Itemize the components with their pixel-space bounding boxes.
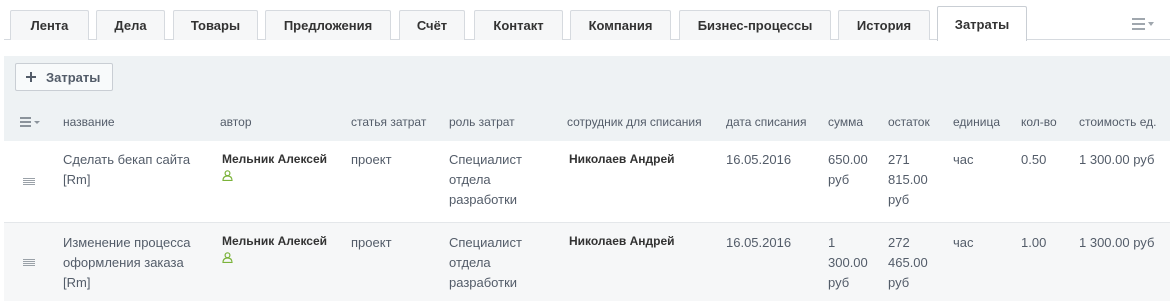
menu-icon[interactable] <box>1132 15 1154 33</box>
row-author[interactable]: Мельник Алексей <box>222 151 327 181</box>
row-unit: час <box>953 235 974 250</box>
row-amount: 650.00 руб <box>828 152 868 187</box>
row-expense-item: проект <box>351 152 392 167</box>
row-unit: час <box>953 152 974 167</box>
user-icon <box>222 252 233 263</box>
row-name[interactable]: Сделать бекап сайта [Rm] <box>63 150 190 190</box>
column-header-date[interactable]: дата списания <box>726 115 806 129</box>
table-row[interactable]: Сделать бекап сайта [Rm] Мельник Алексей… <box>4 141 1170 222</box>
row-date: 16.05.2016 <box>726 152 792 167</box>
author-name[interactable]: Мельник Алексей <box>222 233 327 250</box>
table-row[interactable]: Изменение процесса оформления заказа [Rm… <box>4 222 1170 301</box>
user-icon <box>222 170 233 181</box>
tab-company[interactable]: Компания <box>570 10 671 40</box>
row-unit-cost: 1 300.00 руб <box>1079 152 1155 167</box>
row-amount: 1 300.00 руб <box>828 235 868 290</box>
drag-handle-icon[interactable] <box>23 178 35 186</box>
author-name[interactable]: Мельник Алексей <box>222 151 327 168</box>
column-header-unit[interactable]: единица <box>953 115 1000 129</box>
settings-menu-icon[interactable] <box>20 117 40 127</box>
row-employee[interactable]: Николаев Андрей <box>569 151 675 168</box>
column-header-name[interactable]: название <box>63 115 115 129</box>
row-name[interactable]: Изменение процесса оформления заказа [Rm… <box>63 233 190 293</box>
row-date: 16.05.2016 <box>726 235 792 250</box>
tab-invoice[interactable]: Счёт <box>399 10 465 40</box>
column-header-amount[interactable]: сумма <box>828 115 863 129</box>
column-header-author[interactable]: автор <box>220 115 252 129</box>
column-header-unit-cost[interactable]: стоимость ед. <box>1079 115 1157 129</box>
row-employee[interactable]: Николаев Андрей <box>569 233 675 250</box>
tab-quotes[interactable]: Предложения <box>265 10 391 40</box>
row-unit-cost: 1 300.00 руб <box>1079 235 1155 250</box>
tab-feed[interactable]: Лента <box>10 10 89 40</box>
tab-contact[interactable]: Контакт <box>474 10 563 40</box>
tab-bar: Лента Дела Товары Предложения Счёт Конта… <box>0 0 1170 41</box>
row-balance: 271 815.00 руб <box>888 152 928 207</box>
row-expense-item: проект <box>351 235 392 250</box>
row-balance: 272 465.00 руб <box>888 235 928 290</box>
column-header-balance[interactable]: остаток <box>888 115 930 129</box>
tab-business-processes[interactable]: Бизнес-процессы <box>679 10 831 40</box>
toolbar: Затраты <box>4 56 1170 100</box>
tab-products[interactable]: Товары <box>173 10 258 40</box>
grid-header: название автор статья затрат роль затрат… <box>4 100 1170 141</box>
row-expense-role: Специалист отдела разработки <box>449 235 522 290</box>
row-expense-role: Специалист отдела разработки <box>449 152 522 207</box>
tab-history[interactable]: История <box>838 10 930 40</box>
row-author[interactable]: Мельник Алексей <box>222 233 327 263</box>
column-header-expense-role[interactable]: роль затрат <box>449 115 515 129</box>
column-header-employee[interactable]: сотрудник для списания <box>567 115 702 129</box>
tab-deals[interactable]: Дела <box>96 10 165 40</box>
row-qty: 1.00 <box>1021 235 1047 250</box>
column-header-qty[interactable]: кол-во <box>1021 115 1057 129</box>
drag-handle-icon[interactable] <box>23 259 35 267</box>
add-expense-button[interactable]: Затраты <box>15 63 113 91</box>
row-qty: 0.50 <box>1021 152 1047 167</box>
tab-expenses[interactable]: Затраты <box>937 6 1027 41</box>
column-header-expense-item[interactable]: статья затрат <box>351 115 426 129</box>
plus-icon <box>25 71 37 83</box>
add-expense-label: Затраты <box>46 69 101 85</box>
